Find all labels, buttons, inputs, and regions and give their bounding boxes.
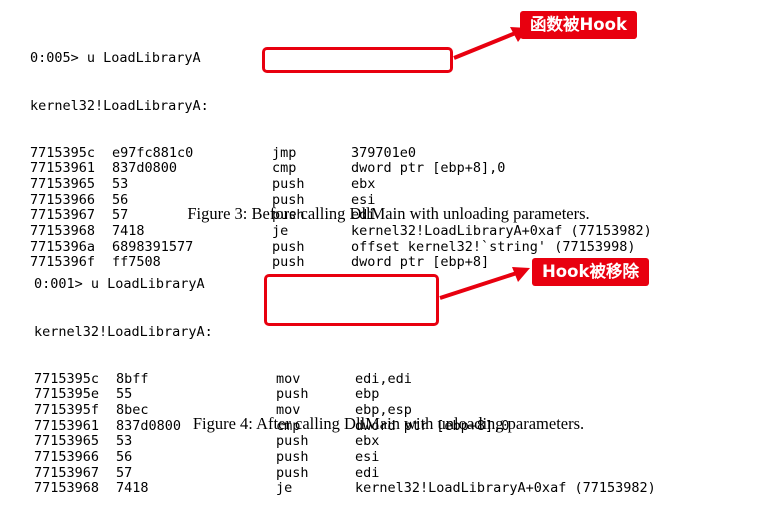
code-args: ebp [355,386,380,403]
code-row: 77153968 7418 je kernel32!LoadLibraryA+0xaf… [30,223,652,240]
code-bytes: ff7508 [112,254,161,271]
code-op: je [276,480,293,497]
code-row: 77153965 53 push ebx [30,176,375,193]
code-op: jmp [272,144,297,161]
code-addr: 77153968 [30,223,96,240]
code-addr: 77153965 [34,433,100,450]
code-row: 77153965 53 push ebx [34,434,379,450]
code-op: push [276,386,309,403]
code-args: kernel32!LoadLibraryA+0xaf (77153982) [355,480,656,497]
code-op: mov [276,370,301,387]
code-addr: 77153966 [34,449,100,466]
code-row: 7715395c e97fc881c0 jmp 379701e0 [30,145,416,162]
code-op: cmp [272,160,297,177]
code-addr: 77153961 [30,160,96,177]
restored-highlight-box [264,274,439,326]
code-bytes: 56 [116,449,133,466]
code-op: push [272,175,305,192]
figure4-disassembly: 0:001> u LoadLibraryA kernel32!LoadLibra… [34,246,656,513]
code-bytes: 57 [116,464,133,481]
code-args: ebx [351,175,376,192]
code-row: 77153968 7418 je kernel32!LoadLibraryA+0xaf… [34,481,656,497]
hook-removed-callout: Hook被移除 [532,258,649,286]
code-line: 0:005> u LoadLibraryA [30,50,201,67]
code-row: 77153967 57 push edi [34,465,379,482]
code-addr: 7715395c [34,370,100,387]
code-row: 7715395c 8bff mov edi,edi [34,371,412,388]
code-args: 379701e0 [351,144,417,161]
code-args: esi [355,449,380,466]
code-bytes: 55 [116,386,133,403]
code-op: push [276,433,309,450]
code-bytes: e97fc881c0 [112,144,194,161]
code-op: push [272,238,305,255]
code-bytes: 53 [116,433,133,450]
code-op: push [276,449,309,466]
code-op: push [276,464,309,481]
code-bytes: 7418 [116,480,149,497]
code-bytes: 7418 [112,223,145,240]
code-op: je [272,223,289,240]
code-addr: 7715395e [34,386,100,403]
code-row: 77153966 56 push esi [34,449,379,466]
code-args: kernel32!LoadLibraryA+0xaf (77153982) [351,223,652,240]
code-addr: 77153968 [34,480,100,497]
hook-highlight-box [262,47,453,73]
hook-callout: 函数被Hook [520,11,637,39]
code-row: 7715395e 55 push ebp [34,387,379,403]
code-args: offset kernel32!`string' (77153998) [351,238,636,255]
code-args: ebx [355,433,380,450]
code-bytes: 837d0800 [112,160,178,177]
code-bytes: 6898391577 [112,238,194,255]
code-addr: 77153965 [30,175,96,192]
code-addr: 77153967 [34,464,100,481]
code-line: kernel32!LoadLibraryA: [30,97,209,114]
code-line: kernel32!LoadLibraryA: [34,323,213,340]
figure3-caption: Figure 3: Before calling DllMain with un… [187,204,590,223]
code-op: push [272,254,305,271]
code-line: 0:001> u LoadLibraryA [34,276,205,293]
code-args: dword ptr [ebp+8],0 [351,160,506,177]
code-bytes: 53 [112,175,129,192]
code-args: edi,edi [355,370,412,387]
code-args: edi [355,464,380,481]
figure4-caption: Figure 4: After calling DllMain with unl… [192,414,585,433]
code-row: 77153961 837d0800 cmp dword ptr [ebp+8],0 [30,161,505,177]
code-addr: 7715395c [30,144,96,161]
code-bytes: 8bff [116,370,149,387]
